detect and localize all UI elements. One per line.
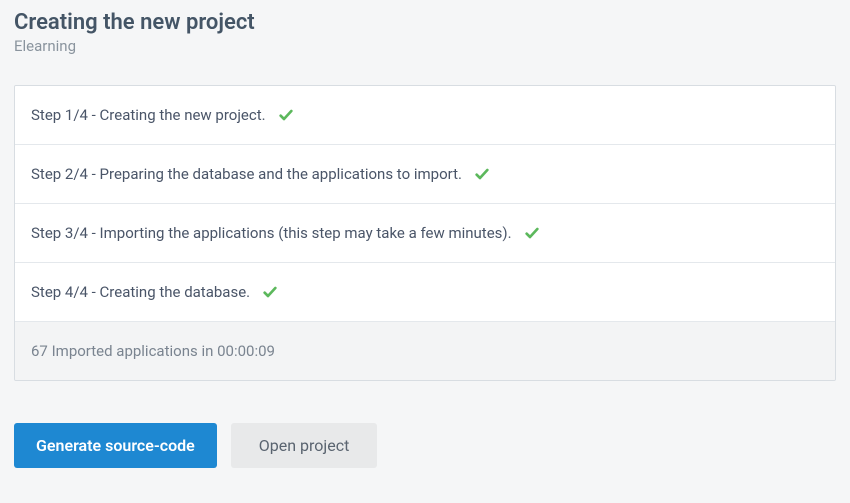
step-row: Step 3/4 - Importing the applications (t… — [15, 204, 835, 263]
steps-panel: Step 1/4 - Creating the new project. Ste… — [14, 85, 836, 381]
page-subtitle: Elearning — [14, 37, 836, 55]
status-message: 67 Imported applications in 00:00:09 — [15, 322, 835, 380]
step-row: Step 4/4 - Creating the database. — [15, 263, 835, 322]
check-icon — [262, 284, 278, 300]
button-row: Generate source-code Open project — [14, 423, 836, 468]
page-title: Creating the new project — [14, 10, 836, 35]
step-row: Step 1/4 - Creating the new project. — [15, 86, 835, 145]
check-icon — [474, 166, 490, 182]
check-icon — [524, 225, 540, 241]
step-row: Step 2/4 - Preparing the database and th… — [15, 145, 835, 204]
open-project-button[interactable]: Open project — [231, 423, 378, 468]
generate-source-code-button[interactable]: Generate source-code — [14, 423, 217, 468]
step-label: Step 3/4 - Importing the applications (t… — [31, 224, 512, 242]
check-icon — [278, 107, 294, 123]
step-label: Step 4/4 - Creating the database. — [31, 283, 250, 301]
step-label: Step 2/4 - Preparing the database and th… — [31, 165, 462, 183]
step-label: Step 1/4 - Creating the new project. — [31, 106, 266, 124]
